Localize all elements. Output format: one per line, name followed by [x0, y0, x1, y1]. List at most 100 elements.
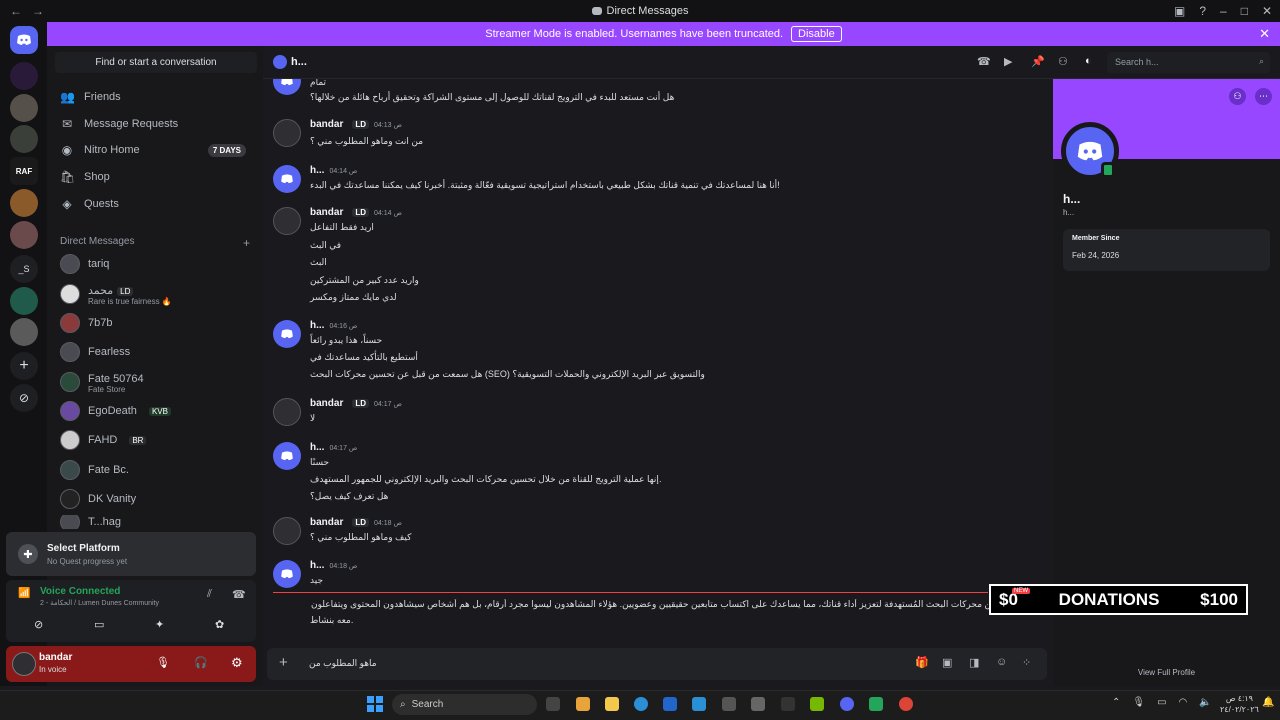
notifications-icon[interactable]: 🔔: [1262, 697, 1274, 708]
apps-icon[interactable]: ⁘: [1022, 656, 1031, 669]
sticker-icon[interactable]: ◨: [969, 656, 979, 669]
add-server-icon[interactable]: +: [10, 352, 38, 380]
avatar[interactable]: [273, 442, 301, 470]
avatar[interactable]: [273, 165, 301, 193]
edge-icon[interactable]: [634, 697, 648, 711]
help-icon[interactable]: ?: [1199, 0, 1206, 22]
battery-icon[interactable]: ▭: [1157, 697, 1166, 708]
more-options-icon[interactable]: ⋯: [1255, 88, 1272, 105]
settings-gear-icon[interactable]: ⚙: [231, 655, 243, 671]
clock[interactable]: ٤:١٩ ص ٢٤/٠٢/٢٠٢٦: [1220, 693, 1259, 715]
avatar[interactable]: [273, 560, 301, 588]
server-icon[interactable]: [10, 318, 38, 346]
chevron-up-icon[interactable]: ⌃: [1112, 697, 1120, 708]
app-icon[interactable]: [722, 697, 736, 711]
app-icon[interactable]: [692, 697, 706, 711]
windows-start-icon[interactable]: [367, 696, 383, 712]
avatar[interactable]: [273, 320, 301, 348]
message-author[interactable]: h...: [310, 320, 324, 331]
app-icon[interactable]: [751, 697, 765, 711]
discover-compass-icon[interactable]: ⊘: [10, 384, 38, 412]
nav-message-requests[interactable]: ✉ Message Requests: [60, 112, 256, 136]
avatar[interactable]: [12, 652, 36, 676]
server-icon[interactable]: [10, 287, 38, 315]
message-author[interactable]: bandar: [310, 398, 343, 409]
dm-item[interactable]: tariq: [60, 251, 250, 277]
copilot-icon[interactable]: [576, 697, 590, 711]
view-full-profile-link[interactable]: View Full Profile: [1053, 668, 1280, 677]
voice-channel[interactable]: 2 - الحكامة / Lumen Dunes Community: [40, 599, 159, 607]
dm-item[interactable]: DK Vanity: [60, 486, 250, 512]
chat-recipient-name[interactable]: h...: [291, 56, 307, 68]
dm-item[interactable]: Fate Bc.: [60, 457, 250, 483]
add-friends-icon[interactable]: ⚇: [1058, 55, 1068, 68]
screen-share-icon[interactable]: ▭: [94, 618, 104, 631]
dm-item[interactable]: محمد LD Rare is true fairness 🔥: [60, 281, 250, 307]
avatar[interactable]: [273, 517, 301, 545]
volume-icon[interactable]: 🔈: [1199, 697, 1211, 708]
server-icon[interactable]: RAF: [10, 157, 38, 185]
create-dm-plus-icon[interactable]: +: [243, 236, 250, 250]
server-icon[interactable]: [10, 125, 38, 153]
chrome-icon[interactable]: [899, 697, 913, 711]
soundboard-icon[interactable]: ✿: [215, 618, 224, 631]
nvidia-icon[interactable]: [810, 697, 824, 711]
voice-call-icon[interactable]: ☎: [977, 55, 991, 68]
search-input[interactable]: Search h... ⌕: [1107, 52, 1270, 73]
message-author[interactable]: bandar: [310, 119, 343, 130]
message-author[interactable]: bandar: [310, 517, 343, 528]
discord-taskbar-icon[interactable]: [840, 697, 854, 711]
capcut-icon[interactable]: [781, 697, 795, 711]
avatar[interactable]: [273, 119, 301, 147]
message-author[interactable]: h...: [310, 165, 324, 176]
message-input[interactable]: ماهو المطلوب من: [309, 658, 377, 669]
server-icon[interactable]: [10, 221, 38, 249]
camera-off-icon[interactable]: ⊘: [34, 618, 43, 631]
message-author[interactable]: h...: [310, 560, 324, 571]
taskbar-search[interactable]: ⌕ Search: [392, 694, 537, 715]
server-icon[interactable]: [10, 62, 38, 90]
noise-suppression-icon[interactable]: ⫽: [207, 588, 212, 601]
dm-item[interactable]: T...hag: [60, 515, 250, 529]
window-close-icon[interactable]: ✕: [1262, 0, 1272, 22]
message-author[interactable]: h...: [310, 442, 324, 453]
headphones-icon[interactable]: 🎧: [194, 656, 208, 669]
wifi-icon[interactable]: ◠: [1179, 697, 1188, 708]
file-explorer-icon[interactable]: [605, 697, 619, 711]
message-author[interactable]: bandar: [310, 207, 343, 218]
store-icon[interactable]: [663, 697, 677, 711]
gif-icon[interactable]: ▣: [942, 656, 952, 669]
avatar[interactable]: [273, 398, 301, 426]
disconnect-icon[interactable]: ☎: [232, 588, 246, 601]
app-icon[interactable]: [869, 697, 883, 711]
mic-tray-icon[interactable]: 🎙: [1132, 697, 1145, 708]
server-icon[interactable]: [10, 94, 38, 122]
nav-friends[interactable]: 👥 Friends: [60, 85, 256, 109]
home-discord-icon[interactable]: [10, 26, 38, 54]
server-icon[interactable]: [10, 189, 38, 217]
maximize-icon[interactable]: □: [1241, 0, 1248, 22]
dm-item[interactable]: Fate 50764 Fate Store: [60, 369, 250, 395]
quest-panel[interactable]: ✚ Select Platform No Quest progress yet: [6, 532, 256, 576]
activities-icon[interactable]: ✦: [155, 618, 164, 631]
emoji-icon[interactable]: ☺: [996, 656, 1007, 668]
pin-icon[interactable]: 📌: [1031, 55, 1045, 68]
dm-item[interactable]: Fearless: [60, 339, 250, 365]
gift-icon[interactable]: 🎁: [915, 656, 929, 669]
microphone-icon[interactable]: 🎙: [156, 656, 170, 669]
avatar[interactable]: [273, 207, 301, 235]
banner-close-icon[interactable]: ✕: [1259, 26, 1270, 42]
disable-streamer-button[interactable]: Disable: [791, 26, 842, 42]
inbox-icon[interactable]: ▣: [1174, 0, 1185, 22]
server-icon[interactable]: _S: [10, 255, 38, 283]
find-conversation-button[interactable]: Find or start a conversation: [55, 52, 257, 73]
task-view-icon[interactable]: [546, 697, 560, 711]
attach-plus-icon[interactable]: +: [279, 654, 288, 671]
dm-item[interactable]: FAHD BR: [60, 427, 250, 453]
user-profile-icon[interactable]: ◐: [1085, 55, 1092, 67]
dm-item[interactable]: EgoDeath KVB: [60, 398, 250, 424]
video-call-icon[interactable]: ▶: [1004, 55, 1012, 68]
nav-nitro-home[interactable]: ◉ Nitro Home 7 DAYS: [60, 138, 256, 162]
dm-item[interactable]: 7b7b: [60, 310, 250, 336]
minimize-icon[interactable]: –: [1220, 0, 1227, 22]
